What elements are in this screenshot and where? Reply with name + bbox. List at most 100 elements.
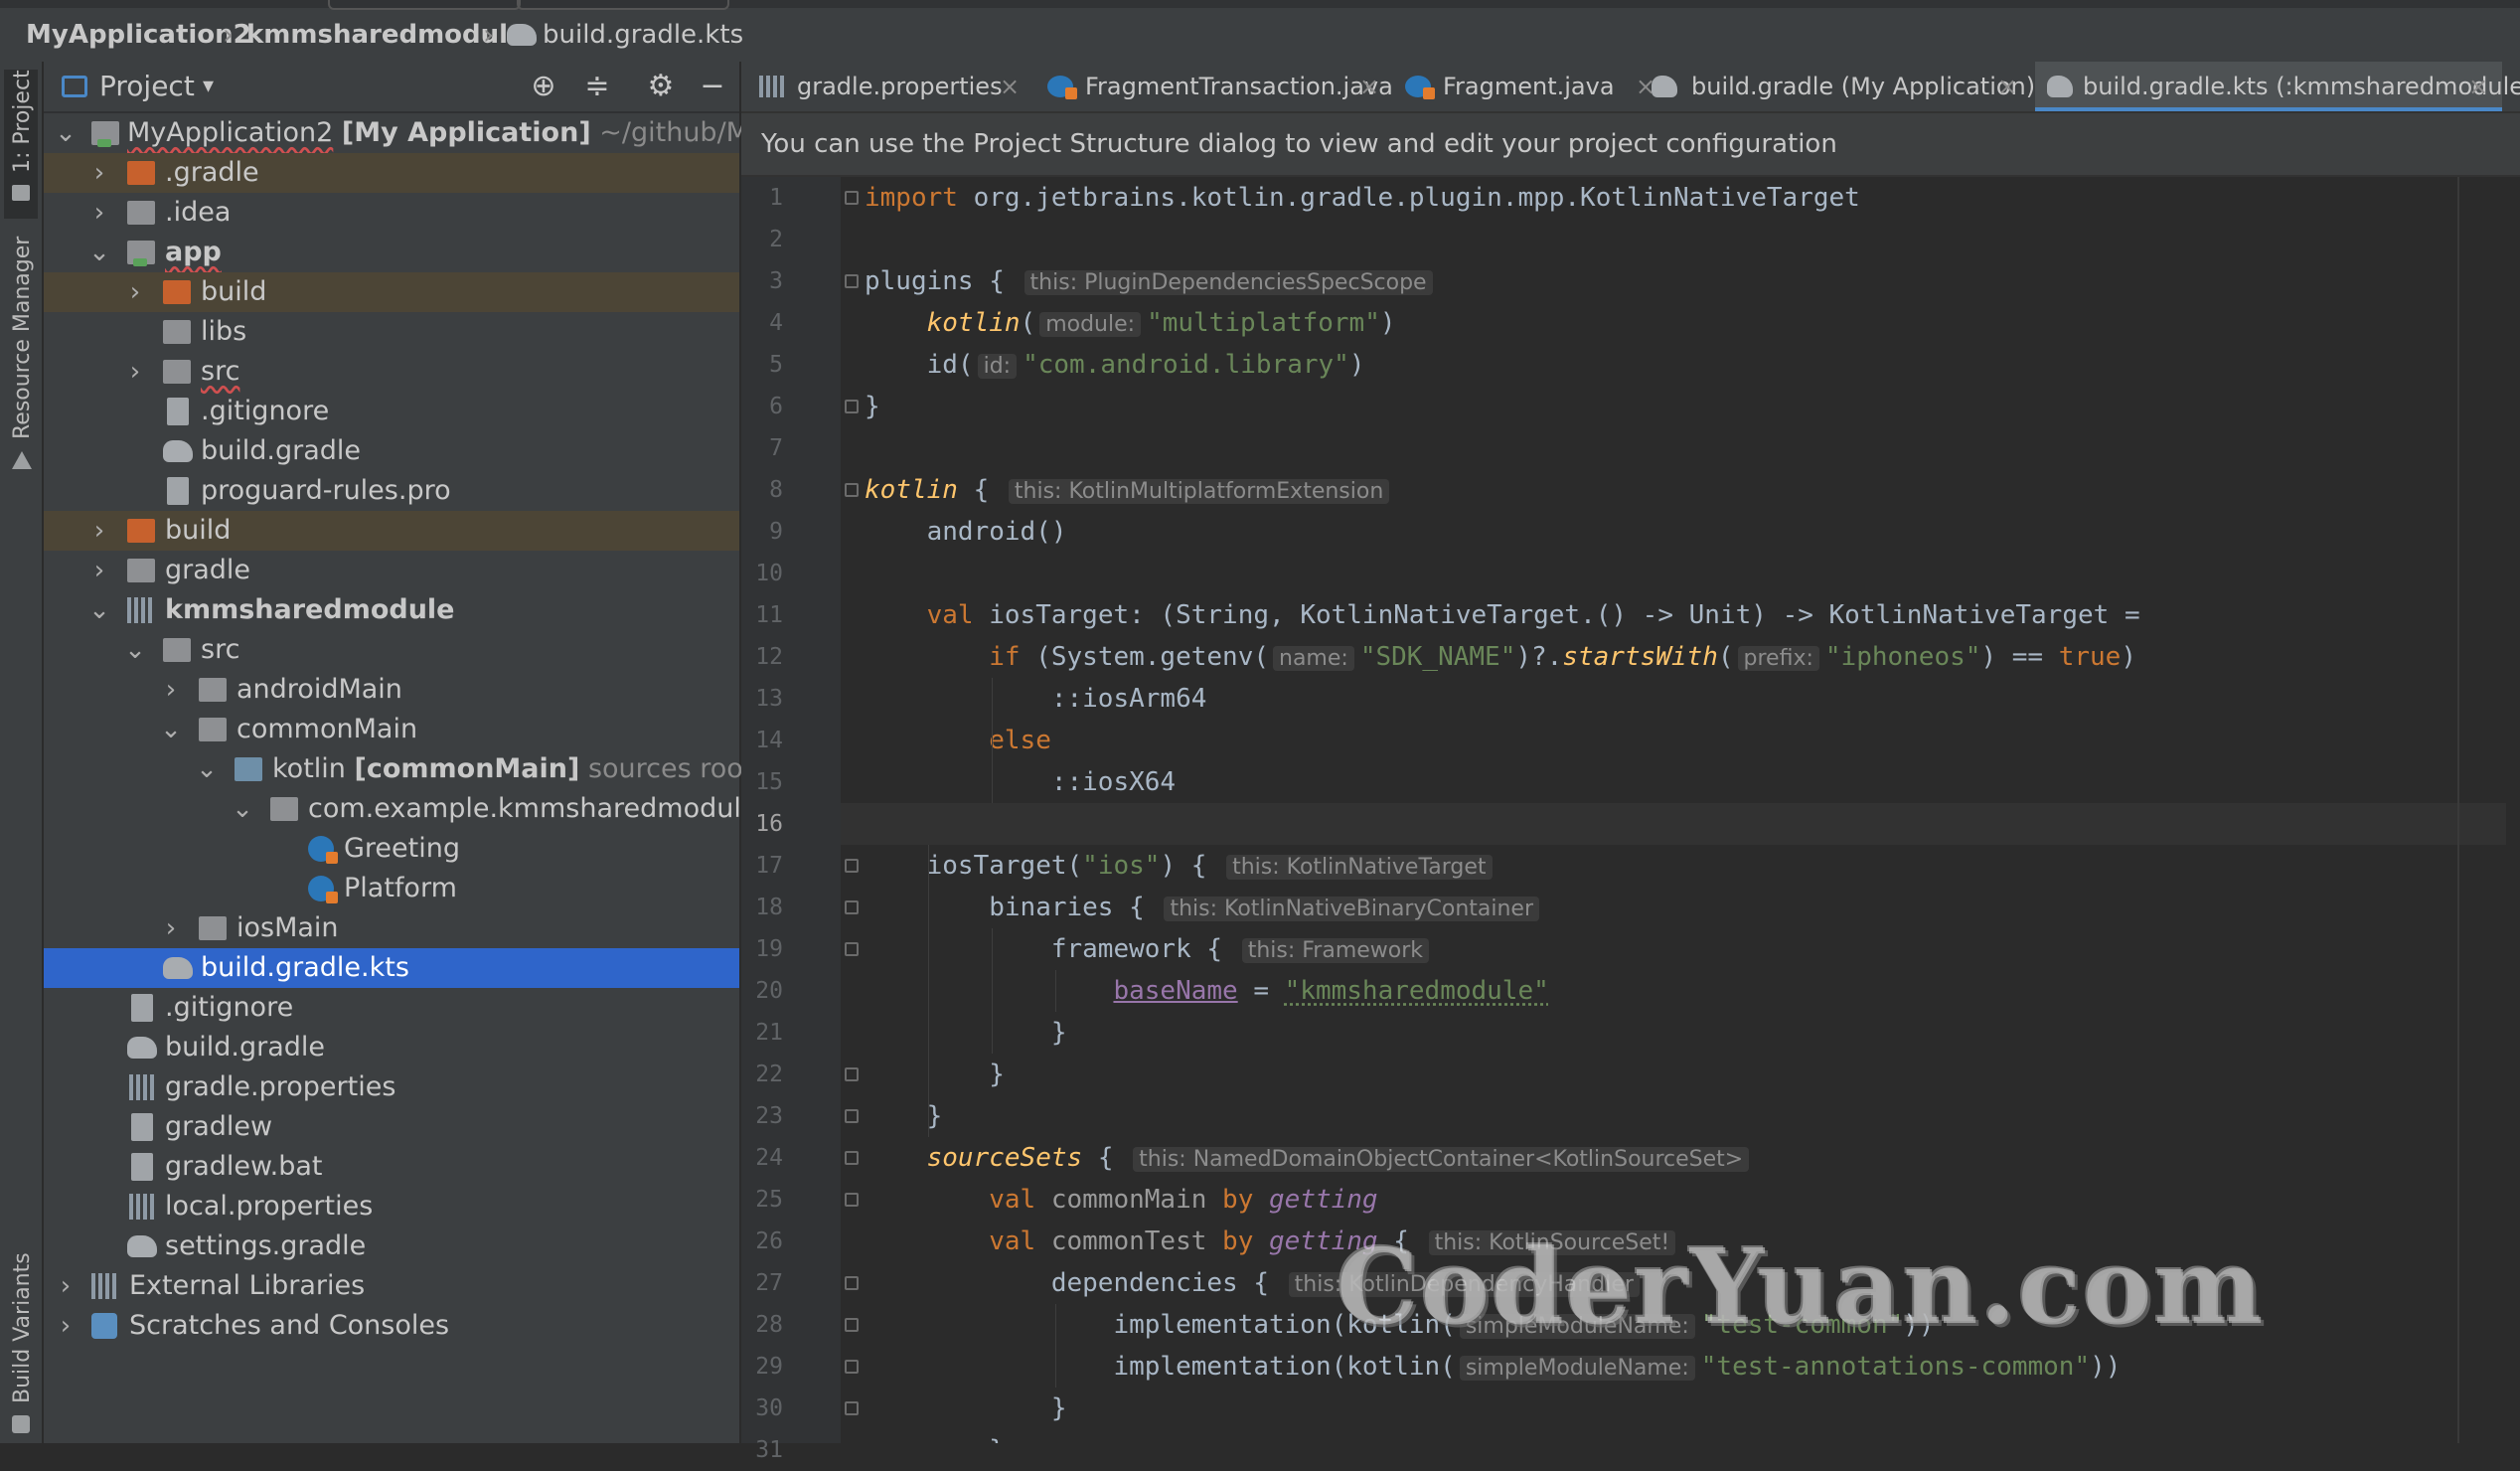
chevron-right-icon[interactable]: › [87,517,111,545]
tab-fragment-transaction[interactable]: FragmentTransaction.java × [1039,62,1393,111]
tree-item-kmm-gitignore[interactable]: .gitignore [44,988,739,1028]
collapse-all-icon[interactable]: ≑ [580,70,614,103]
line-number: 1 [769,185,783,211]
tree-item-local-properties[interactable]: local.properties [44,1187,739,1226]
breadcrumb-project[interactable]: MyApplication2 [26,18,251,52]
tree-item-greeting[interactable]: Greeting [44,829,739,869]
file-icon [167,477,189,505]
tree-item-gradlew-bat[interactable]: gradlew.bat [44,1147,739,1187]
tree-item-kmm-src[interactable]: ⌄ src [44,630,739,670]
vertical-scrollbar[interactable] [2506,177,2520,1443]
breadcrumb-file[interactable]: build.gradle.kts [543,18,743,52]
tree-item-root[interactable]: ⌄ MyApplication2 [My Application] ~/gith… [44,113,818,153]
fold-marker-icon[interactable] [845,859,859,873]
tree-item-build[interactable]: › build [44,511,739,551]
fold-marker-icon[interactable] [845,1401,859,1415]
fold-marker-icon[interactable] [845,274,859,288]
chevron-right-icon[interactable]: › [87,199,111,227]
code-line: } [926,1101,943,1131]
tree-item-commonmain[interactable]: ⌄ commonMain [44,710,739,749]
file-icon [131,994,153,1022]
tree-item-app-build[interactable]: › build [44,272,739,312]
hide-icon[interactable]: − [696,70,729,103]
tree-item-external-libraries[interactable]: › External Libraries [44,1266,739,1306]
tree-item-iosmain[interactable]: › iosMain [44,908,739,948]
tree-item-platform[interactable]: Platform [44,869,739,908]
tree-item-androidmain[interactable]: › androidMain [44,670,739,710]
chevron-down-icon[interactable]: ⌄ [123,636,147,664]
tree-item-app-gitignore[interactable]: .gitignore [44,392,739,431]
indent-guide [1055,1304,1056,1388]
chevron-down-icon[interactable]: ⌄ [87,239,111,266]
tree-item-libs[interactable]: libs [44,312,739,352]
fold-marker-icon[interactable] [845,1276,859,1290]
gear-icon[interactable]: ⚙ [644,70,678,103]
inlay-hint: simpleModuleName: [1459,1356,1695,1381]
chevron-right-icon[interactable]: › [123,358,147,386]
chevron-right-icon[interactable]: › [159,914,183,942]
fold-marker-icon[interactable] [845,942,859,956]
chevron-right-icon[interactable]: › [54,1272,78,1300]
indent-guide [992,678,993,803]
tree-item-app-build-gradle[interactable]: build.gradle [44,431,739,471]
properties-icon [759,76,785,97]
chevron-right-icon[interactable]: › [87,159,111,187]
inlay-hint: name: [1273,646,1354,671]
properties-icon [129,1074,157,1100]
package-icon [270,797,298,821]
gradle-icon [1652,76,1677,97]
tree-item-gradle-dir[interactable]: › .gradle [44,153,739,193]
chevron-down-icon[interactable]: ⌄ [231,795,254,823]
fold-marker-icon[interactable] [845,1109,859,1123]
chevron-down-icon[interactable]: ⌄ [87,596,111,624]
build-variants-label[interactable]: Build Variants [10,1252,35,1403]
tree-item-app[interactable]: ⌄ app [44,233,739,272]
chevron-right-icon[interactable]: › [123,278,147,306]
fold-marker-icon[interactable] [845,900,859,914]
folder-icon [199,916,227,940]
tree-item-gradle-folder[interactable]: › gradle [44,551,739,590]
locate-icon[interactable]: ⊕ [527,70,560,103]
tree-item-kmmsharedmodule[interactable]: ⌄ kmmsharedmodule [44,590,739,630]
tree-item-app-src[interactable]: › src [44,352,739,392]
chevron-down-icon[interactable]: ⌄ [54,119,78,147]
window-tab-strip [0,0,2520,10]
chevron-right-icon[interactable]: › [54,1312,78,1340]
tree-item-proguard[interactable]: proguard-rules.pro [44,471,739,511]
code-line: ::iosX64 [1050,767,1177,797]
tab-build-gradle-app[interactable]: build.gradle (My Application) × [1646,62,2043,111]
close-icon[interactable]: × [1359,70,1379,103]
close-icon[interactable]: × [1997,70,2017,103]
tree-item-scratches[interactable]: › Scratches and Consoles [44,1306,739,1346]
chevron-down-icon[interactable]: ⌄ [159,716,183,743]
close-icon[interactable]: × [2468,70,2488,103]
tree-item-gradle-properties[interactable]: gradle.properties [44,1067,739,1107]
fold-marker-icon[interactable] [845,400,859,413]
close-icon[interactable]: × [1000,70,1020,103]
chevron-down-icon[interactable]: ⌄ [195,755,219,783]
chevron-down-icon[interactable]: ▾ [203,70,214,103]
tab-gradle-properties[interactable]: gradle.properties × [741,62,1029,111]
fold-marker-icon[interactable] [845,1151,859,1165]
fold-marker-icon[interactable] [845,191,859,205]
project-tool-label[interactable]: 1: Project [10,70,35,173]
project-view-selector[interactable]: Project [99,70,195,103]
fold-marker-icon[interactable] [845,1318,859,1332]
chevron-right-icon[interactable]: › [159,676,183,704]
tree-item-gradlew[interactable]: gradlew [44,1107,739,1147]
fold-marker-icon[interactable] [845,1067,859,1081]
fold-marker-icon[interactable] [845,1360,859,1374]
fold-marker-icon[interactable] [845,1193,859,1207]
fold-marker-icon[interactable] [845,483,859,497]
tree-item-package[interactable]: ⌄ com.example.kmmsharedmodule [44,789,757,829]
tree-item-settings-gradle[interactable]: settings.gradle [44,1226,739,1266]
line-number: 10 [755,561,783,586]
tree-item-kotlin-source-root[interactable]: ⌄ kotlin [commonMain] sources root [44,749,753,789]
tree-item-idea[interactable]: › .idea [44,193,739,233]
tab-build-gradle-kts[interactable]: build.gradle.kts (:kmmsharedmodule) × [2035,62,2520,111]
chevron-right-icon[interactable]: › [87,557,111,584]
tree-item-build-gradle-kts[interactable]: build.gradle.kts [44,948,739,988]
line-number: 5 [769,352,783,378]
resource-manager-label[interactable]: Resource Manager [10,237,35,439]
tree-item-root-build-gradle[interactable]: build.gradle [44,1028,739,1067]
